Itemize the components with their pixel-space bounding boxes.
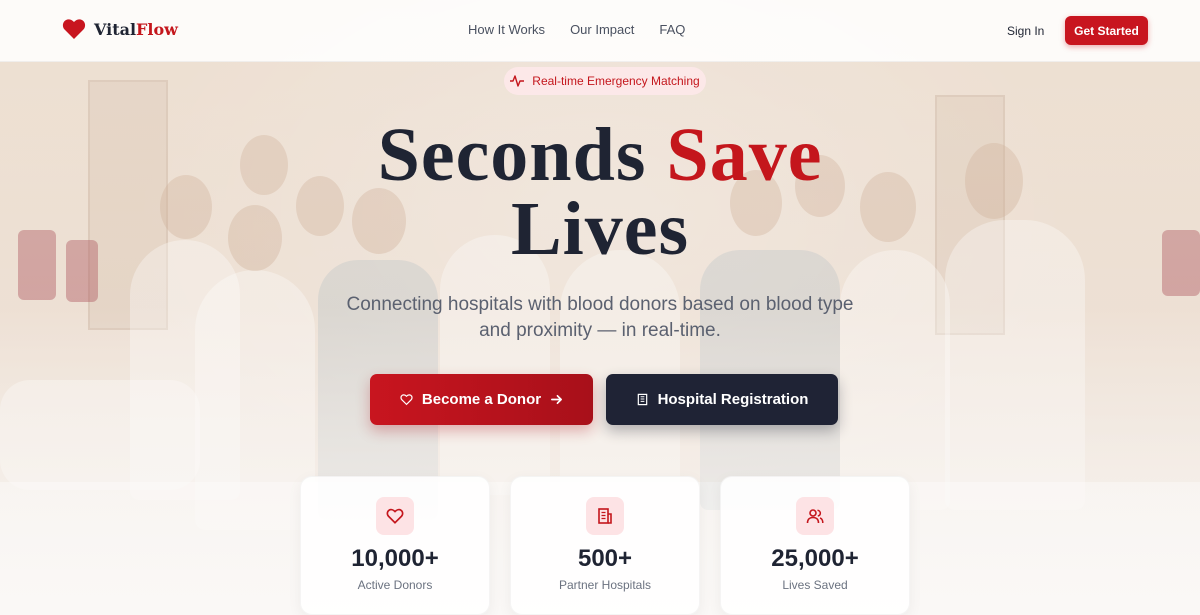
heart-icon xyxy=(62,19,86,39)
sign-in-link[interactable]: Sign In xyxy=(1007,24,1044,38)
stat-icon-wrapper xyxy=(796,497,834,535)
stat-card-lives: 25,000+ Lives Saved xyxy=(720,476,910,615)
hero-subtitle: Connecting hospitals with blood donors b… xyxy=(346,294,854,341)
activity-icon xyxy=(510,75,525,87)
stat-value: 500+ xyxy=(577,545,633,572)
building-icon xyxy=(637,393,647,406)
nav-link-our-impact[interactable]: Our Impact xyxy=(570,22,634,37)
heart-outline-icon xyxy=(400,394,413,406)
brand-logo[interactable]: VitalFlow xyxy=(62,18,178,40)
stat-value: 25,000+ xyxy=(771,545,859,572)
heart-icon xyxy=(386,508,404,524)
become-donor-button[interactable]: Become a Donor xyxy=(370,374,593,425)
arrow-right-icon xyxy=(551,394,563,405)
stat-value: 10,000+ xyxy=(351,545,439,572)
hero-headline: Seconds Save Lives xyxy=(300,117,900,267)
hospital-registration-label: Hospital Registration xyxy=(657,391,809,408)
get-started-button[interactable]: Get Started xyxy=(1065,16,1148,45)
stat-card-hospitals: 500+ Partner Hospitals xyxy=(510,476,700,615)
hospital-registration-button[interactable]: Hospital Registration xyxy=(606,374,838,425)
stat-card-donors: 10,000+ Active Donors xyxy=(300,476,490,615)
nav-links: How It Works Our Impact FAQ xyxy=(468,22,685,37)
nav-link-how-it-works[interactable]: How It Works xyxy=(468,22,545,37)
stat-label: Partner Hospitals xyxy=(558,578,652,592)
stat-label: Active Donors xyxy=(357,578,433,592)
hospital-icon xyxy=(598,508,612,524)
become-donor-label: Become a Donor xyxy=(421,391,542,408)
stat-label: Lives Saved xyxy=(782,578,848,592)
headline-accent: Save xyxy=(666,113,823,197)
headline-part-2: Lives xyxy=(510,187,690,271)
headline-part-1: Seconds xyxy=(377,113,667,197)
top-navbar: VitalFlow How It Works Our Impact FAQ Si… xyxy=(0,0,1200,62)
users-icon xyxy=(806,509,824,524)
brand-name: VitalFlow xyxy=(94,19,178,39)
stat-icon-wrapper xyxy=(376,497,414,535)
realtime-badge: Real-time Emergency Matching xyxy=(504,67,706,95)
nav-link-faq[interactable]: FAQ xyxy=(659,22,685,37)
badge-label: Real-time Emergency Matching xyxy=(532,74,700,88)
stat-icon-wrapper xyxy=(586,497,624,535)
